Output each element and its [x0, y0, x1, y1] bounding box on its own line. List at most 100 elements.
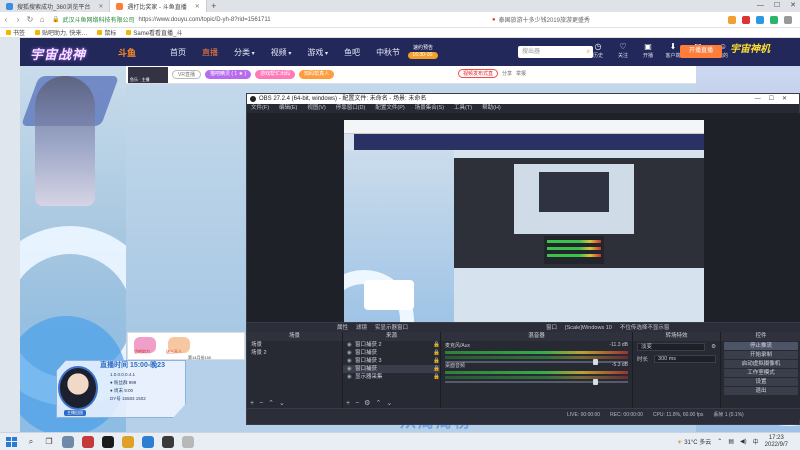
- room-badge[interactable]: 知码帮真人: [299, 70, 335, 79]
- menu-tools[interactable]: 工具(T): [454, 104, 472, 113]
- filters-button[interactable]: 滤镜: [356, 323, 367, 332]
- menu-file[interactable]: 文件(F): [251, 104, 269, 113]
- clock[interactable]: 17:23 2022/9/7: [765, 435, 788, 449]
- lock-icon[interactable]: 🔒: [433, 349, 440, 357]
- nav-item-live[interactable]: 直播: [202, 47, 218, 58]
- source-item[interactable]: ◉ 窗口捕获 🔒: [343, 365, 440, 373]
- start-recording-button[interactable]: 开始录制: [724, 351, 798, 359]
- source-controls[interactable]: +−⚙⌃⌄: [346, 399, 397, 407]
- start-button[interactable]: [4, 435, 18, 449]
- obs-window-controls[interactable]: —☐✕: [755, 94, 795, 104]
- obs-app-icon[interactable]: [162, 435, 174, 448]
- room-badge[interactable]: 游戏帮忙出码: [255, 70, 296, 79]
- extension-icon[interactable]: [756, 15, 764, 24]
- menu-docks[interactable]: 停靠窗口(D): [336, 104, 366, 113]
- bookmark-item[interactable]: 贴吧助力, 快来…: [35, 28, 87, 37]
- share-button[interactable]: 分享: [502, 70, 512, 77]
- appointment-badge[interactable]: 速约预告 16:30-16:: [408, 45, 438, 59]
- maximize-button[interactable]: ☐: [774, 0, 780, 12]
- search-icon[interactable]: ⌕: [26, 437, 36, 447]
- tray-chevron-icon[interactable]: ⌃: [717, 438, 722, 445]
- room-avatar[interactable]: 鱼乐 · 主播: [128, 66, 168, 83]
- menu-profile[interactable]: 配置文件(P): [375, 104, 404, 113]
- weather-widget[interactable]: ☀ 31°C 多云: [677, 437, 711, 446]
- bookmark-item[interactable]: 鼠标: [97, 28, 116, 37]
- studio-mode-button[interactable]: 工作室模式: [724, 369, 798, 377]
- header-history[interactable]: ◷ 历史: [590, 41, 606, 59]
- scene-item[interactable]: 场景: [247, 341, 342, 349]
- eye-icon[interactable]: ◉: [347, 341, 355, 349]
- properties-button[interactable]: 属性: [337, 323, 348, 332]
- obs-preview[interactable]: [247, 113, 800, 322]
- nav-item-video[interactable]: 视频: [271, 47, 292, 58]
- eye-icon[interactable]: ◉: [347, 365, 355, 373]
- source-item[interactable]: ◉ 显示器采集 🔒: [343, 373, 440, 381]
- ime-icon[interactable]: 中: [753, 437, 759, 446]
- lock-icon[interactable]: 🔒: [433, 341, 440, 349]
- extension-icon[interactable]: [742, 15, 750, 24]
- browser-search-input[interactable]: ● 泰国旅游十多少钱2019旅游更盛秀: [492, 14, 612, 25]
- header-live[interactable]: ▣ 开播: [640, 41, 656, 59]
- new-tab-button[interactable]: +: [207, 1, 221, 11]
- rank-badge[interactable]: 视频发布式直: [457, 69, 498, 78]
- header-client[interactable]: ⬇ 客户端: [665, 41, 681, 59]
- browser-tab-1[interactable]: 遇打比奖家 - 斗鱼直播 ✕: [110, 0, 207, 12]
- steam-icon[interactable]: [62, 435, 74, 448]
- eye-icon[interactable]: ◉: [347, 357, 355, 365]
- source-item[interactable]: ◉ 窗口捕获 2 🔒: [343, 341, 440, 349]
- gear-icon[interactable]: ⚙: [711, 344, 716, 350]
- source-item[interactable]: ◉ 窗口捕获 🔒: [343, 349, 440, 357]
- home-icon[interactable]: ⌂: [36, 15, 48, 24]
- report-button[interactable]: 举报: [516, 70, 526, 77]
- menu-view[interactable]: 视图(V): [307, 104, 325, 113]
- minimize-button[interactable]: —: [757, 0, 764, 12]
- forward-icon[interactable]: ›: [12, 15, 24, 24]
- display-window-button[interactable]: 实显示器窗口: [375, 323, 408, 332]
- lock-icon[interactable]: 🔒: [433, 373, 440, 381]
- nav-item-game[interactable]: 游戏: [307, 47, 328, 58]
- folder-icon[interactable]: [122, 435, 134, 448]
- menu-icon[interactable]: [784, 15, 792, 24]
- nav-item-home[interactable]: 首页: [170, 47, 186, 58]
- menu-help[interactable]: 帮助(H): [482, 104, 501, 113]
- exit-button[interactable]: 退出: [724, 387, 798, 395]
- nav-item-festival[interactable]: 中秋节: [376, 47, 400, 58]
- volume-icon[interactable]: ◀): [740, 438, 747, 445]
- eye-icon[interactable]: ◉: [347, 349, 355, 357]
- window-option[interactable]: 不位传选择不显示窗: [620, 323, 670, 332]
- task-view-icon[interactable]: ❐: [44, 437, 54, 447]
- menu-scene-collection[interactable]: 场景集合(S): [415, 104, 444, 113]
- extension-icon[interactable]: [770, 15, 778, 24]
- extension-icon[interactable]: [728, 15, 736, 24]
- volume-fader[interactable]: [445, 379, 628, 385]
- transition-select[interactable]: 淡变: [637, 343, 706, 351]
- open-live-button[interactable]: 开播直播: [680, 45, 722, 58]
- close-icon[interactable]: ✕: [98, 3, 103, 10]
- close-icon[interactable]: ✕: [195, 3, 200, 10]
- header-follow[interactable]: ♡ 关注: [615, 41, 631, 59]
- lock-icon[interactable]: 🔒: [433, 357, 440, 365]
- room-badge[interactable]: 猫吧精灵 ( 1 ★ ): [204, 70, 252, 79]
- network-icon[interactable]: ▤: [728, 438, 734, 445]
- duration-input[interactable]: 300 ms: [654, 355, 716, 363]
- app-icon[interactable]: [182, 435, 194, 448]
- refresh-icon[interactable]: ↻: [24, 15, 36, 24]
- nav-item-yuba[interactable]: 鱼吧: [344, 47, 360, 58]
- virtual-camera-button[interactable]: 启动虚拟摄像机: [724, 360, 798, 368]
- lock-icon[interactable]: 🔒: [433, 365, 440, 373]
- browser-app-icon[interactable]: [142, 435, 154, 448]
- window-select[interactable]: [Scale]Windows 10: [565, 323, 612, 332]
- room-badge[interactable]: VR直播: [172, 70, 201, 79]
- menu-edit[interactable]: 编辑(E): [279, 104, 297, 113]
- browser-tab-0[interactable]: 搜狐搜索成功_360浏览平台 ✕: [0, 0, 111, 12]
- back-icon[interactable]: ‹: [0, 15, 12, 24]
- settings-button[interactable]: 设置: [724, 378, 798, 386]
- eye-icon[interactable]: ◉: [347, 373, 355, 381]
- tiktok-icon[interactable]: [102, 435, 114, 448]
- scene-controls[interactable]: +−⌃⌄: [250, 399, 290, 407]
- douyu-search-input[interactable]: 搜出器 ⌕: [518, 46, 593, 58]
- url-input[interactable]: 🔒 武汉斗鱼网络科技有限公司 https://www.douyu.com/top…: [52, 14, 482, 25]
- scene-item[interactable]: 场景 2: [247, 349, 342, 357]
- douyu-logo[interactable]: 宇宙战神 斗鱼: [30, 40, 150, 64]
- source-item[interactable]: ◉ 窗口捕获 3 🔒: [343, 357, 440, 365]
